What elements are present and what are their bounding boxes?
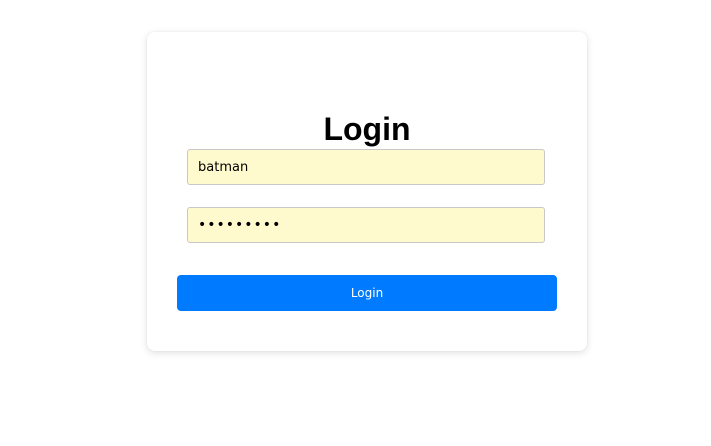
- username-input[interactable]: [187, 149, 545, 185]
- login-card: Login Login: [147, 32, 587, 351]
- password-input[interactable]: [187, 207, 545, 243]
- login-title: Login: [323, 111, 411, 147]
- login-button[interactable]: Login: [177, 275, 557, 311]
